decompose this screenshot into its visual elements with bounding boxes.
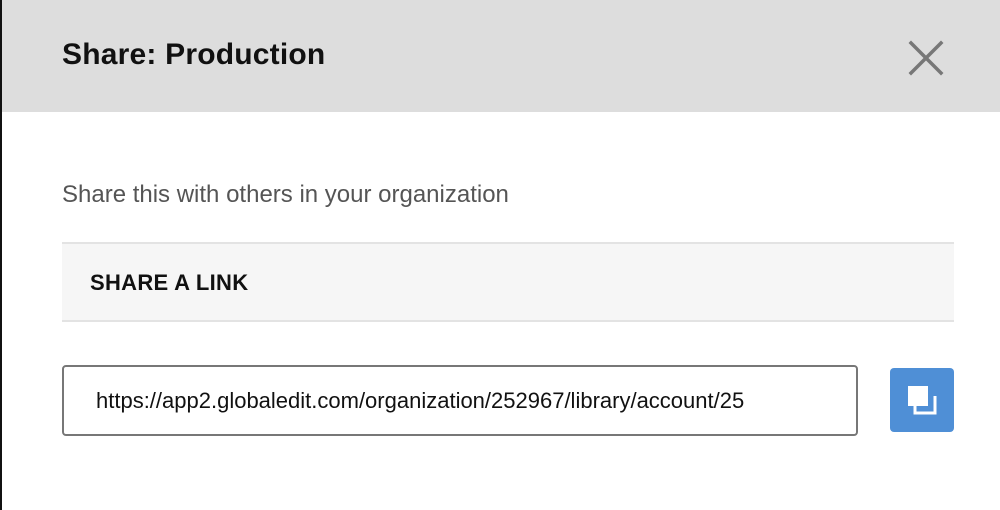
close-button[interactable] [902,34,950,82]
share-link-section-title: SHARE A LINK [90,270,249,295]
modal-subtitle: Share this with others in your organizat… [62,181,509,208]
copy-link-button[interactable] [890,368,954,432]
share-modal: Share: Production Share this with others… [2,0,1000,510]
copy-icon [908,386,937,415]
modal-header: Share: Production [2,0,1000,112]
share-link-section-header: SHARE A LINK [62,242,954,322]
share-link-input[interactable] [62,365,858,436]
modal-title: Share: Production [62,38,326,71]
close-icon [908,40,944,76]
